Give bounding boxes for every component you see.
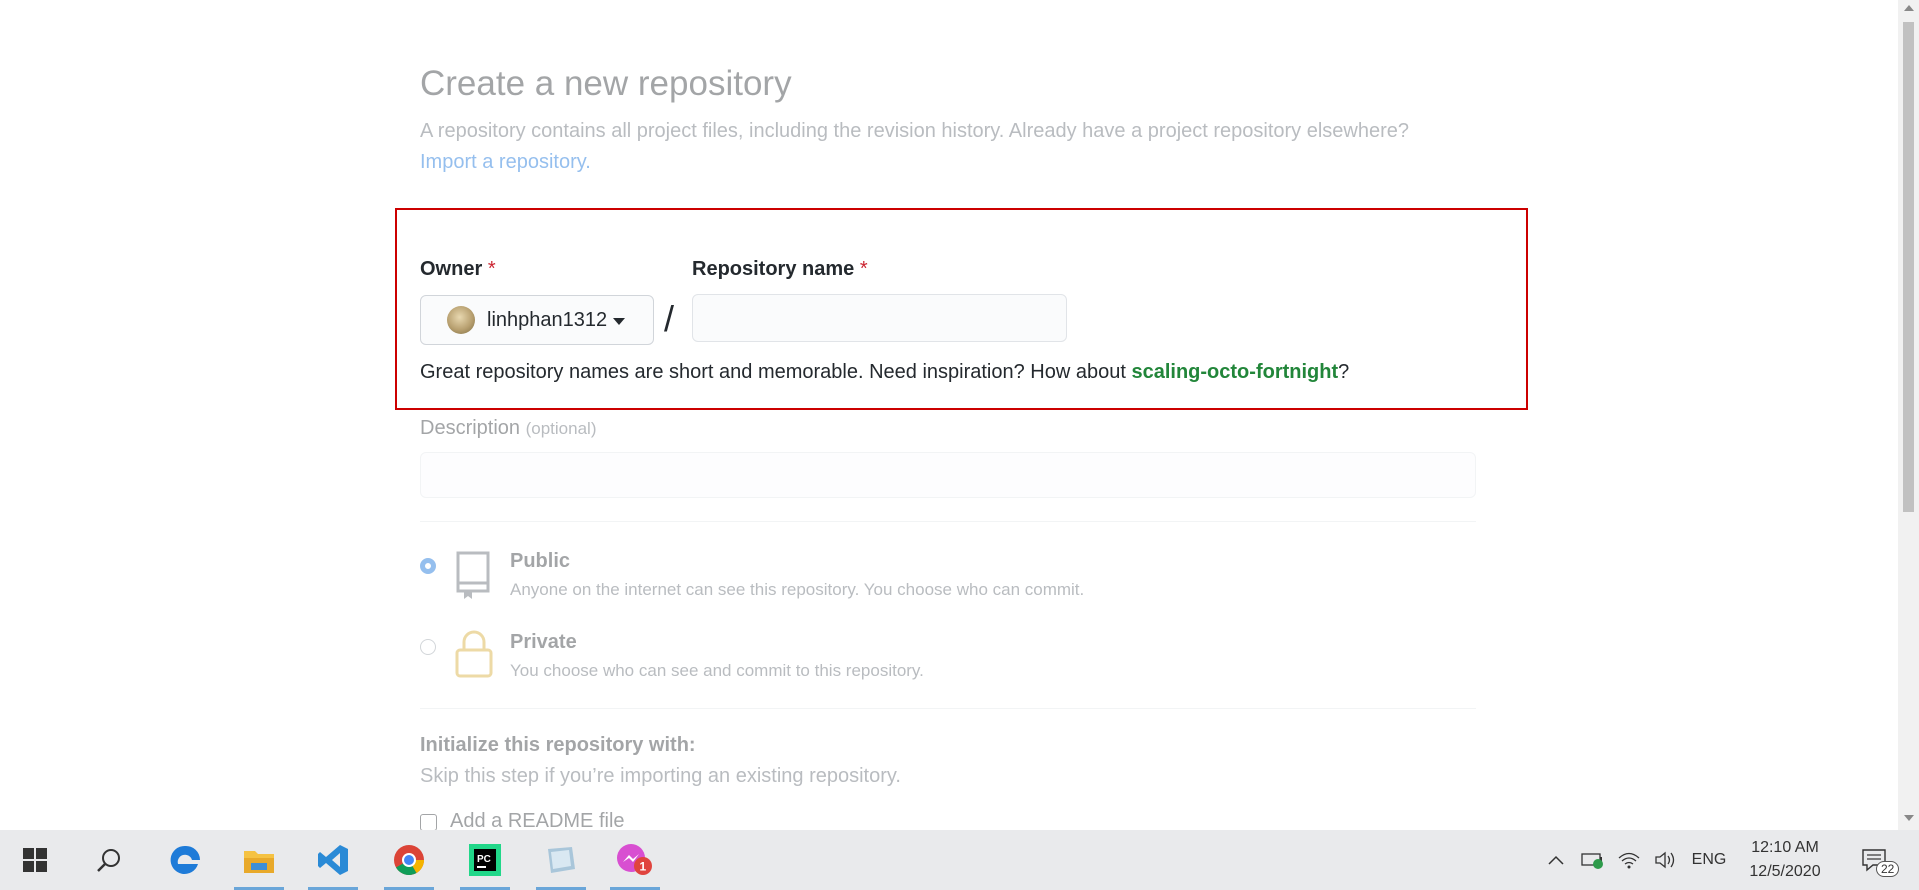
vscode-icon (318, 845, 348, 875)
private-radio[interactable] (420, 639, 436, 655)
volume-icon (1655, 851, 1675, 869)
chevron-up-icon (1548, 855, 1564, 865)
tray-volume[interactable] (1648, 830, 1682, 890)
description-label: Description (optional) (420, 417, 596, 440)
vertical-scrollbar[interactable] (1898, 0, 1919, 830)
scroll-up-arrow-icon[interactable] (1904, 5, 1914, 11)
messenger-icon: 1 (617, 844, 652, 875)
tray-battery[interactable] (1576, 830, 1610, 890)
app-icon (548, 847, 575, 873)
divider (420, 708, 1476, 709)
clock-time: 12:10 AM (1751, 839, 1819, 856)
scroll-down-arrow-icon[interactable] (1904, 815, 1914, 821)
private-description: You choose who can see and commit to thi… (510, 661, 924, 680)
highlight-box (395, 208, 1528, 410)
description-input[interactable] (420, 452, 1476, 498)
repo-icon (456, 551, 490, 599)
search-icon (97, 849, 120, 872)
file-explorer-icon (244, 851, 274, 873)
edge-icon (170, 845, 201, 874)
taskbar-messenger[interactable]: 1 (604, 830, 666, 890)
clock[interactable]: 12:10 AM 12/5/2020 (1735, 836, 1835, 884)
subtitle-text: A repository contains all project files,… (420, 120, 1410, 142)
create-repository-page: Create a new repository A repository con… (0, 0, 1898, 830)
taskbar-file-explorer[interactable] (228, 830, 290, 890)
public-title: Public (510, 550, 571, 572)
divider (420, 521, 1476, 522)
battery-icon (1581, 853, 1603, 869)
show-hidden-icons-button[interactable] (1538, 830, 1574, 890)
messenger-badge: 1 (640, 860, 647, 874)
page-subtitle: A repository contains all project files,… (420, 116, 1480, 178)
notification-count: 22 (1876, 861, 1900, 877)
page-title: Create a new repository (420, 64, 792, 103)
clock-date: 12/5/2020 (1749, 863, 1821, 880)
public-description: Anyone on the internet can see this repo… (510, 580, 1085, 599)
tray-wifi[interactable] (1612, 830, 1646, 890)
taskbar-app[interactable] (530, 830, 592, 890)
taskbar-edge[interactable] (154, 830, 216, 890)
readme-label: Add a README file (450, 810, 625, 830)
taskbar: PC 1 ENG 12:10 AM 12/5/2020 22 (0, 830, 1919, 890)
start-icon (23, 848, 47, 872)
lock-icon (455, 630, 493, 678)
readme-checkbox[interactable] (420, 814, 437, 830)
optional-tag: (optional) (525, 419, 597, 438)
taskbar-pycharm[interactable]: PC (454, 830, 516, 890)
pycharm-icon: PC (469, 844, 501, 876)
taskbar-chrome[interactable] (378, 830, 440, 890)
description-label-text: Description (420, 417, 521, 439)
initialize-description: Skip this step if you’re importing an ex… (420, 765, 901, 787)
initialize-title: Initialize this repository with: (420, 734, 696, 756)
scrollbar-thumb[interactable] (1903, 22, 1914, 512)
start-button[interactable] (4, 830, 66, 890)
public-radio[interactable] (420, 558, 436, 574)
import-repository-link[interactable]: Import a repository. (420, 151, 591, 173)
svg-text:PC: PC (477, 854, 491, 865)
search-button[interactable] (78, 830, 140, 890)
private-title: Private (510, 631, 577, 653)
chrome-icon (394, 845, 424, 876)
action-center-button[interactable] (1852, 830, 1896, 890)
taskbar-vscode[interactable] (302, 830, 364, 890)
wifi-icon (1618, 852, 1640, 869)
language-indicator[interactable]: ENG (1686, 830, 1732, 890)
